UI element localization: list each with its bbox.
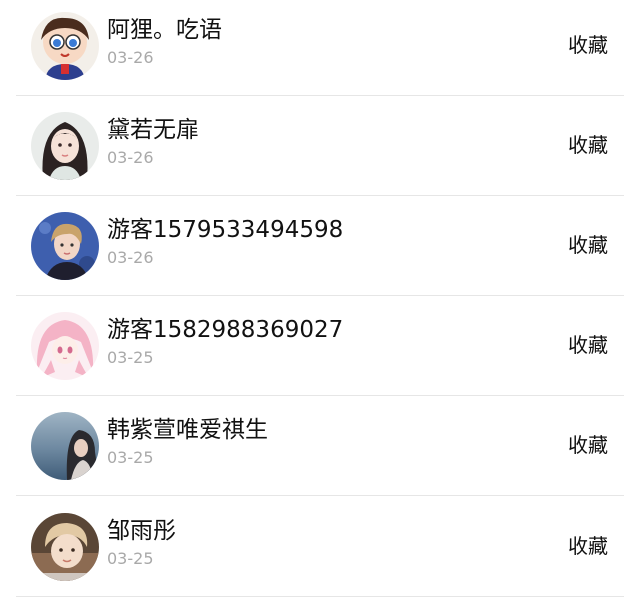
- anime-pink-hair-avatar[interactable]: [31, 312, 99, 380]
- girl-portrait-avatar[interactable]: [31, 112, 99, 180]
- user-name: 游客1579533494598: [107, 217, 344, 243]
- list-item[interactable]: 黛若无扉 03-26 收藏: [16, 96, 624, 196]
- list-item[interactable]: 阿狸。吃语 03-26 收藏: [16, 0, 624, 96]
- collect-button[interactable]: 收藏: [568, 533, 608, 559]
- collect-button[interactable]: 收藏: [568, 332, 608, 358]
- item-date: 03-25: [107, 448, 154, 467]
- user-name: 游客1582988369027: [107, 317, 344, 343]
- collect-button[interactable]: 收藏: [568, 132, 608, 158]
- user-list: 阿狸。吃语 03-26 收藏 黛若无扉 03-26 收藏 游客157953349…: [0, 0, 640, 599]
- list-item[interactable]: 韩紫萱唯爱祺生 03-25 收藏: [16, 396, 624, 496]
- item-date: 03-25: [107, 348, 154, 367]
- list-item[interactable]: 游客1579533494598 03-26 收藏: [16, 196, 624, 296]
- list-item[interactable]: 邹雨彤 03-25 收藏: [16, 497, 624, 597]
- cartoon-boy-avatar[interactable]: [31, 12, 99, 80]
- collect-button[interactable]: 收藏: [568, 32, 608, 58]
- item-date: 03-26: [107, 148, 154, 167]
- item-date: 03-25: [107, 549, 154, 568]
- item-date: 03-26: [107, 248, 154, 267]
- user-name: 阿狸。吃语: [107, 17, 222, 43]
- item-date: 03-26: [107, 48, 154, 67]
- collect-button[interactable]: 收藏: [568, 432, 608, 458]
- user-name: 邹雨彤: [107, 518, 176, 544]
- child-photo-avatar[interactable]: [31, 513, 99, 581]
- boy-blue-background-avatar[interactable]: [31, 212, 99, 280]
- user-name: 韩紫萱唯爱祺生: [107, 417, 268, 443]
- user-name: 黛若无扉: [107, 117, 199, 143]
- seaside-girl-avatar[interactable]: [31, 412, 99, 480]
- collect-button[interactable]: 收藏: [568, 232, 608, 258]
- list-item[interactable]: 游客1582988369027 03-25 收藏: [16, 296, 624, 396]
